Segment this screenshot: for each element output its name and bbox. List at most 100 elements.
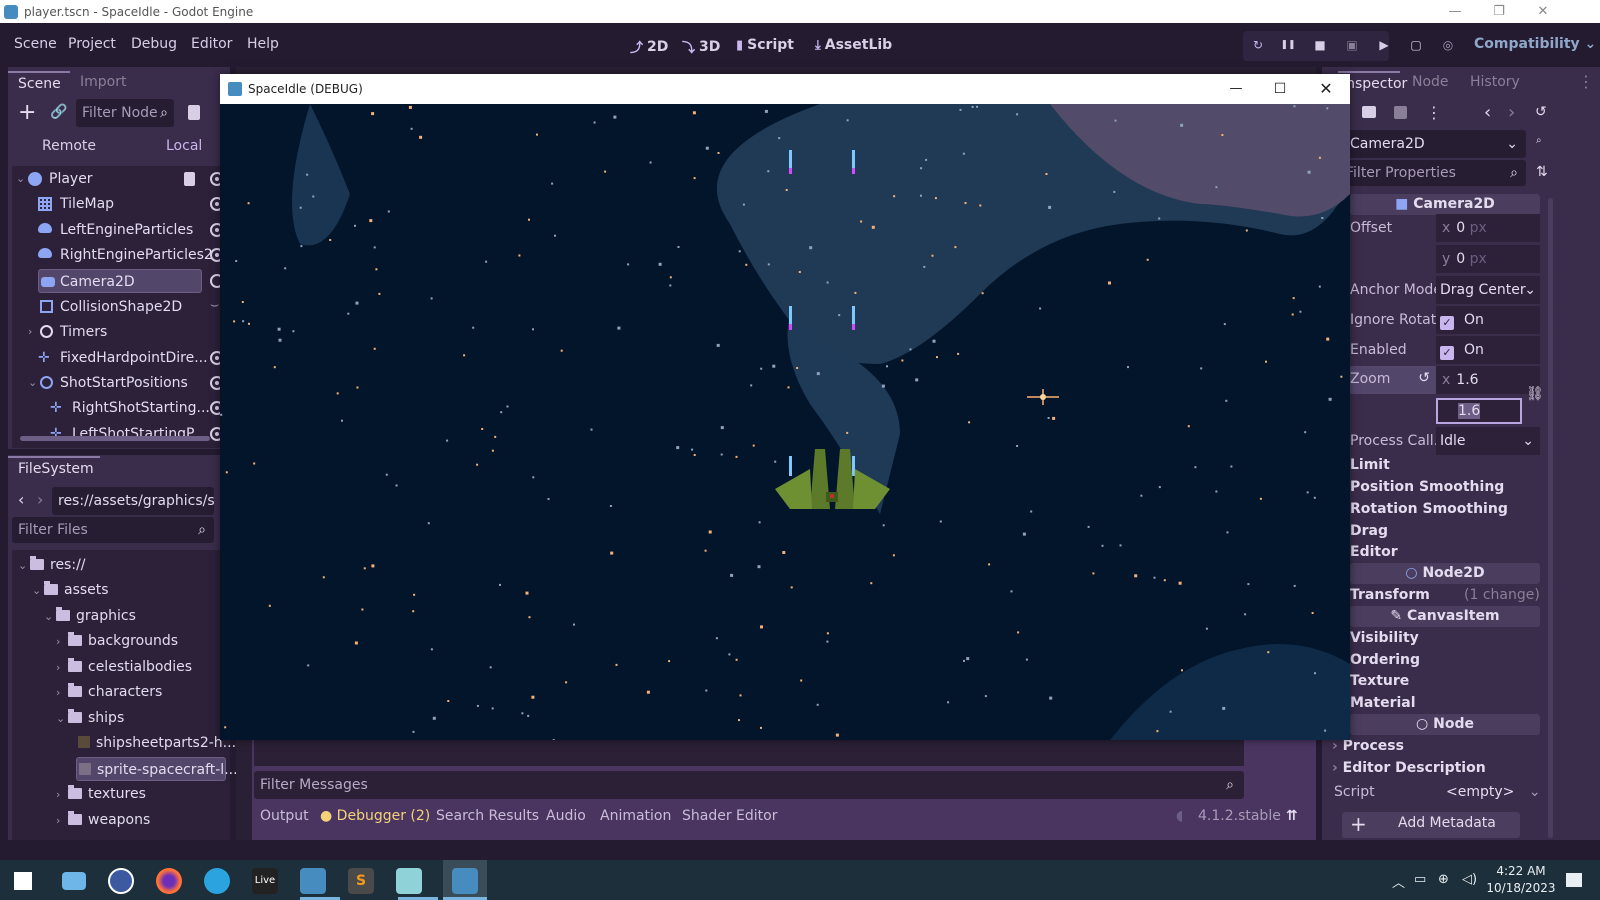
tree-node-camera2d[interactable]: Camera2D bbox=[38, 269, 202, 293]
live-icon[interactable]: Live bbox=[252, 868, 278, 894]
tab-debugger[interactable]: ● Debugger (2) bbox=[320, 808, 430, 824]
fs-item-celestialbodies[interactable]: › celestialbodies bbox=[56, 655, 192, 679]
mode-3d-button[interactable]: ⤵ 3D bbox=[682, 37, 720, 57]
sublime-icon[interactable]: S bbox=[348, 868, 374, 894]
game-close-button[interactable]: ✕ bbox=[1316, 74, 1336, 104]
property-tools-icon[interactable]: ⇅ bbox=[1536, 164, 1548, 180]
group-position-smoothing[interactable]: Position Smoothing bbox=[1350, 479, 1504, 495]
expand-panel-icon[interactable]: ⇈ bbox=[1286, 808, 1298, 824]
object-history-icon[interactable]: ↺ bbox=[1535, 104, 1547, 120]
tree-node-right-shot-starting[interactable]: ✛ RightShotStarting... bbox=[16, 396, 228, 420]
fs-item-res[interactable]: ⌄ res:// bbox=[18, 553, 86, 577]
tree-node-player[interactable]: ⌄ Player bbox=[16, 167, 228, 191]
zoom-y-field[interactable]: 1.6 bbox=[1436, 398, 1522, 424]
fs-item-shipsheetparts2[interactable]: shipsheetparts2-h... bbox=[78, 731, 236, 755]
close-button[interactable]: ✕ bbox=[1520, 0, 1566, 23]
attach-script-icon[interactable] bbox=[188, 105, 200, 120]
notifications-icon[interactable] bbox=[1566, 873, 1582, 887]
tab-scene[interactable]: Scene bbox=[8, 71, 70, 97]
keepass-icon[interactable] bbox=[108, 868, 134, 894]
doc-icon[interactable]: ⌕ bbox=[1536, 135, 1542, 146]
movie-maker-icon[interactable]: ◎ bbox=[1440, 37, 1456, 53]
link-icon[interactable]: ⛓ bbox=[1526, 386, 1544, 402]
scene-tree-hscrollbar[interactable] bbox=[20, 436, 210, 441]
fs-item-characters[interactable]: › characters bbox=[56, 680, 162, 704]
start-icon[interactable] bbox=[14, 872, 32, 890]
menu-project[interactable]: Project bbox=[68, 36, 116, 52]
tree-node-tilemap[interactable]: TileMap bbox=[16, 192, 228, 216]
menu-debug[interactable]: Debug bbox=[131, 36, 177, 52]
tree-node-collisionshape2d[interactable]: CollisionShape2D ⌣ bbox=[16, 295, 228, 319]
clock-time[interactable]: 4:22 AM bbox=[1490, 864, 1552, 878]
filter-properties-input[interactable]: Filter Properties ⌕ bbox=[1340, 160, 1526, 186]
network-icon[interactable]: ⊕ bbox=[1438, 872, 1449, 887]
mode-script-button[interactable]: ▮ Script bbox=[736, 37, 794, 53]
warning-icon[interactable]: ⌣ bbox=[210, 293, 219, 317]
tree-node-shot-start-positions[interactable]: ⌄ ShotStartPositions bbox=[16, 371, 228, 395]
tree-node-fixed-hardpoint-direction[interactable]: ✛ FixedHardpointDire... bbox=[16, 346, 228, 370]
telegram-icon[interactable] bbox=[204, 868, 230, 894]
tree-node-left-engine-particles[interactable]: LeftEngineParticles bbox=[16, 218, 228, 242]
game-maximize-button[interactable]: ☐ bbox=[1270, 74, 1290, 104]
add-metadata-button[interactable]: + Add Metadata bbox=[1342, 812, 1520, 838]
ignore-rotation-checkbox[interactable]: ✓ On bbox=[1436, 306, 1540, 334]
chevron-right-icon[interactable]: › bbox=[28, 320, 40, 344]
fs-item-backgrounds[interactable]: › backgrounds bbox=[56, 629, 178, 653]
chevron-down-icon[interactable]: ⌄ bbox=[28, 371, 40, 395]
play-scene-icon[interactable]: ▶ bbox=[1376, 37, 1392, 53]
inspector-scrollbar[interactable] bbox=[1548, 198, 1553, 838]
revert-icon[interactable]: ↺ bbox=[1418, 370, 1430, 386]
more-options-icon[interactable]: ⋮ bbox=[1426, 103, 1442, 122]
minimize-button[interactable]: — bbox=[1432, 0, 1478, 23]
path-field[interactable]: res://assets/graphics/s bbox=[52, 487, 215, 515]
fs-item-graphics[interactable]: ⌄ graphics bbox=[44, 604, 136, 628]
play-custom-scene-icon[interactable]: ▢ bbox=[1408, 37, 1424, 53]
local-tab[interactable]: Local bbox=[166, 138, 202, 154]
forward-icon[interactable]: › bbox=[37, 490, 43, 509]
back-icon[interactable]: ‹ bbox=[18, 490, 24, 509]
group-drag[interactable]: Drag bbox=[1350, 523, 1388, 539]
group-editor[interactable]: Editor bbox=[1350, 544, 1398, 560]
group-transform[interactable]: Transform bbox=[1350, 587, 1430, 603]
selected-object-dropdown[interactable]: Camera2D ⌄ bbox=[1340, 130, 1526, 158]
remote-debug-icon[interactable]: ▣ bbox=[1344, 37, 1360, 53]
reload-icon[interactable]: ↻ bbox=[1250, 37, 1266, 53]
show-hidden-icons[interactable]: ︿ bbox=[1392, 872, 1405, 891]
filter-files-input[interactable]: Filter Files ⌕ bbox=[12, 517, 214, 543]
script-icon[interactable] bbox=[184, 172, 195, 186]
menu-editor[interactable]: Editor bbox=[191, 36, 232, 52]
tab-history[interactable]: History bbox=[1470, 74, 1520, 90]
tab-audio[interactable]: Audio bbox=[546, 808, 586, 824]
offset-x-field[interactable]: x0 px bbox=[1436, 214, 1540, 242]
battery-icon[interactable]: ▭ bbox=[1414, 872, 1426, 887]
tab-import[interactable]: Import bbox=[80, 74, 126, 90]
group-limit[interactable]: Limit bbox=[1350, 457, 1390, 473]
fs-item-weapons[interactable]: › weapons bbox=[56, 808, 150, 832]
tree-node-timers[interactable]: › Timers bbox=[16, 320, 228, 344]
zoom-x-field[interactable]: x 1.6 bbox=[1436, 366, 1540, 394]
anchor-mode-dropdown[interactable]: Drag Center ⌄ bbox=[1436, 276, 1540, 304]
menu-help[interactable]: Help bbox=[247, 36, 279, 52]
tree-node-right-engine-particles2[interactable]: RightEngineParticles2 bbox=[16, 243, 228, 267]
fs-item-ships[interactable]: ⌄ ships bbox=[56, 706, 124, 730]
group-editor-description[interactable]: › Editor Description bbox=[1332, 760, 1486, 776]
group-visibility[interactable]: Visibility bbox=[1350, 630, 1419, 646]
add-node-icon[interactable]: + bbox=[18, 100, 36, 125]
restore-button[interactable]: ❐ bbox=[1476, 0, 1522, 23]
clock-date[interactable]: 10/18/2023 bbox=[1484, 881, 1558, 895]
more-icon[interactable]: ⋮ bbox=[1578, 72, 1594, 91]
pause-icon[interactable]: ❚❚ bbox=[1280, 37, 1296, 53]
notepad-icon[interactable] bbox=[396, 868, 422, 894]
tab-filesystem[interactable]: FileSystem bbox=[8, 456, 100, 482]
group-rotation-smoothing[interactable]: Rotation Smoothing bbox=[1350, 501, 1508, 517]
remote-tab[interactable]: Remote bbox=[42, 138, 96, 154]
fs-item-sprite-spacecraft[interactable]: sprite-spacecraft-l... bbox=[76, 757, 238, 781]
group-texture[interactable]: Texture bbox=[1350, 673, 1409, 689]
this-pc-icon[interactable] bbox=[62, 872, 86, 890]
firefox-icon[interactable] bbox=[156, 868, 182, 894]
renderer-selector[interactable]: Compatibility ⌄ bbox=[1474, 36, 1596, 52]
link-icon[interactable]: 🔗 bbox=[50, 104, 67, 120]
group-process[interactable]: › Process bbox=[1332, 738, 1404, 754]
volume-icon[interactable]: ◁) bbox=[1462, 872, 1477, 887]
group-material[interactable]: Material bbox=[1350, 695, 1416, 711]
